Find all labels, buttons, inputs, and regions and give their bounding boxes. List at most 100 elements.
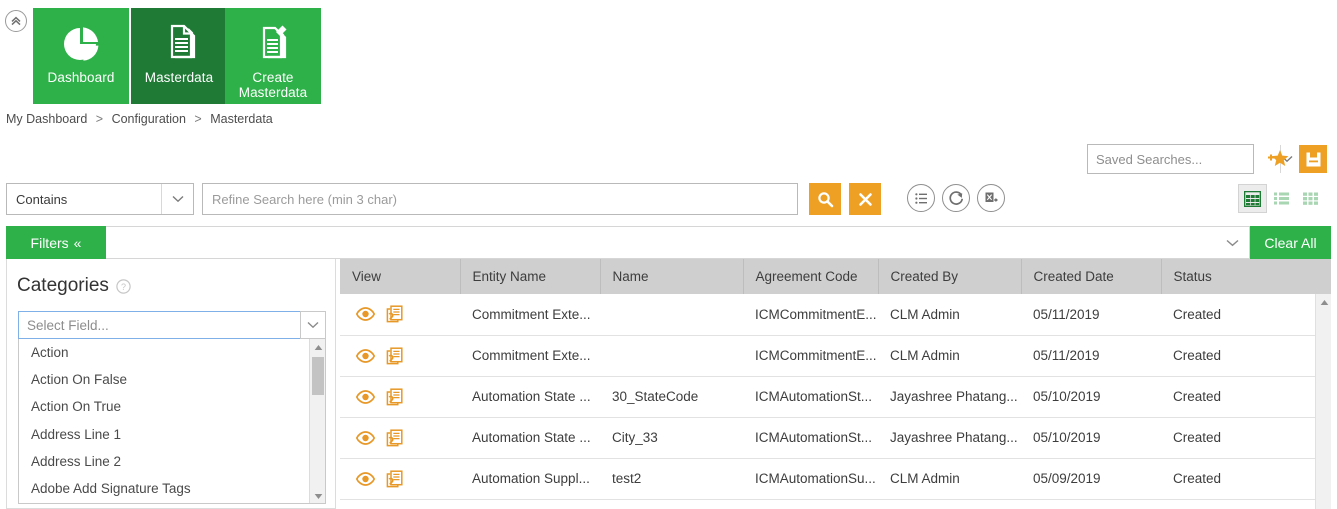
tile-label: Masterdata: [145, 70, 214, 85]
cell-name: City_33: [600, 417, 743, 458]
cell-name: test2: [600, 458, 743, 499]
floppy-save-icon: [1305, 151, 1322, 168]
breadcrumb-separator: >: [194, 112, 201, 126]
table-row[interactable]: Automation Suppl...test2ICMAutomationSu.…: [340, 458, 1315, 499]
documents-icon: [158, 21, 200, 67]
column-header-created-by[interactable]: Created By: [878, 259, 1021, 294]
dropdown-option[interactable]: Adobe Add Signature Tags: [19, 475, 309, 502]
clear-all-button[interactable]: Clear All: [1250, 226, 1331, 259]
filters-toggle-button[interactable]: Filters «: [6, 226, 106, 259]
copy-clone-icon[interactable]: [386, 388, 403, 406]
dropdown-options: Action Action On False Action On True Ad…: [19, 339, 309, 502]
search-operator-select[interactable]: Contains: [6, 183, 194, 215]
triangle-up-icon[interactable]: [1316, 294, 1331, 310]
categories-dropdown-list[interactable]: Action Action On False Action On True Ad…: [18, 339, 326, 504]
list-view-icon[interactable]: [907, 184, 935, 212]
tile-create-masterdata[interactable]: Create Masterdata: [225, 8, 321, 104]
tile-masterdata[interactable]: Masterdata: [131, 8, 227, 104]
copy-clone-icon[interactable]: [386, 305, 403, 323]
row-action-cell: [340, 335, 460, 376]
column-header-created-date[interactable]: Created Date: [1021, 259, 1161, 294]
triangle-up-icon[interactable]: [310, 339, 326, 355]
star-plus-icon[interactable]: [1263, 144, 1293, 174]
save-search-button[interactable]: [1299, 145, 1327, 173]
table-row[interactable]: Commitment Exte...ICMCommitmentE...CLM A…: [340, 294, 1315, 335]
cell-created-date: 05/10/2019: [1021, 376, 1161, 417]
eye-view-icon[interactable]: [356, 390, 375, 404]
search-button[interactable]: [809, 183, 841, 215]
cell-created-date: 05/10/2019: [1021, 417, 1161, 458]
categories-panel: Categories ? Action Action On False Acti…: [6, 259, 336, 509]
cell-status: Created: [1161, 376, 1315, 417]
cell-created-by: [878, 499, 1021, 509]
cell-created-date: 05/09/2019: [1021, 458, 1161, 499]
column-header-status[interactable]: Status: [1161, 259, 1315, 294]
row-action-cell: [340, 458, 460, 499]
cell-entity-name: [460, 499, 600, 509]
list-view-icon[interactable]: [1267, 184, 1296, 213]
cell-agreement-code: ICMCommitmentE...: [743, 294, 878, 335]
column-header-name[interactable]: Name: [600, 259, 743, 294]
dropdown-option[interactable]: Address Line 1: [19, 421, 309, 448]
masterdata-table: View Entity Name Name Agreement Code Cre…: [340, 259, 1331, 509]
categories-header: Categories ?: [7, 259, 335, 297]
filters-expand-strip[interactable]: [106, 226, 1250, 259]
column-header-view[interactable]: View: [340, 259, 460, 294]
top-tile-bar: Dashboard Masterdata: [0, 0, 1337, 104]
tile-dashboard[interactable]: Dashboard: [33, 8, 129, 104]
collapse-toggle-button[interactable]: [5, 10, 27, 32]
svg-text:?: ?: [121, 282, 126, 292]
copy-clone-icon[interactable]: [386, 429, 403, 447]
breadcrumb-item-masterdata[interactable]: Masterdata: [210, 112, 273, 126]
eye-view-icon[interactable]: [356, 349, 375, 363]
dropdown-option[interactable]: Action On True: [19, 393, 309, 420]
dropdown-option[interactable]: Action On False: [19, 366, 309, 393]
grid-table-view-icon[interactable]: [1238, 184, 1267, 213]
row-action-cell: [340, 376, 460, 417]
dropdown-scroll-thumb[interactable]: [312, 357, 324, 395]
breadcrumb-item-configuration[interactable]: Configuration: [112, 112, 186, 126]
eye-view-icon[interactable]: [356, 472, 375, 486]
filters-label: Filters: [31, 235, 69, 251]
eye-view-icon[interactable]: [356, 307, 375, 321]
document-edit-icon: [252, 21, 294, 67]
cell-entity-name: Commitment Exte...: [460, 294, 600, 335]
select-field-combo[interactable]: [18, 311, 326, 339]
copy-clone-icon[interactable]: [386, 347, 403, 365]
saved-searches-input[interactable]: [1088, 145, 1280, 173]
column-header-entity-name[interactable]: Entity Name: [460, 259, 600, 294]
tile-label: Create Masterdata: [239, 70, 308, 100]
dropdown-option[interactable]: Address Line 2: [19, 448, 309, 475]
chevron-down-icon: [1226, 239, 1239, 247]
dropdown-option[interactable]: Action: [19, 339, 309, 366]
chevron-down-icon[interactable]: [300, 311, 326, 339]
table-row[interactable]: [340, 499, 1315, 509]
export-excel-icon[interactable]: [977, 184, 1005, 212]
eye-view-icon[interactable]: [356, 431, 375, 445]
breadcrumb-item-my-dashboard[interactable]: My Dashboard: [6, 112, 87, 126]
saved-searches-combo[interactable]: [1087, 144, 1254, 174]
cell-created-by: Jayashree Phatang...: [878, 376, 1021, 417]
column-header-agreement-code[interactable]: Agreement Code: [743, 259, 878, 294]
tile-label: Dashboard: [48, 70, 115, 85]
dropdown-scrollbar[interactable]: [309, 339, 325, 504]
clear-search-button[interactable]: [849, 183, 881, 215]
categories-title: Categories: [17, 275, 109, 297]
refresh-icon[interactable]: [942, 184, 970, 212]
chevron-down-icon[interactable]: [161, 184, 193, 214]
help-circle-icon[interactable]: ?: [116, 279, 131, 294]
app-page: Dashboard Masterdata: [0, 0, 1337, 509]
search-input[interactable]: [202, 183, 798, 215]
table-row[interactable]: Automation State ...30_StateCodeICMAutom…: [340, 376, 1315, 417]
cell-agreement-code: ICMCommitmentE...: [743, 335, 878, 376]
triangle-down-icon[interactable]: [310, 488, 326, 504]
select-field-input[interactable]: [18, 311, 300, 339]
tile-view-icon[interactable]: [1296, 184, 1325, 213]
cell-status: Created: [1161, 294, 1315, 335]
table-row[interactable]: Automation State ...City_33ICMAutomation…: [340, 417, 1315, 458]
cell-agreement-code: ICMAutomationSu...: [743, 458, 878, 499]
cell-created-by: CLM Admin: [878, 335, 1021, 376]
table-scrollbar[interactable]: [1315, 294, 1331, 509]
table-row[interactable]: Commitment Exte...ICMCommitmentE...CLM A…: [340, 335, 1315, 376]
copy-clone-icon[interactable]: [386, 470, 403, 488]
